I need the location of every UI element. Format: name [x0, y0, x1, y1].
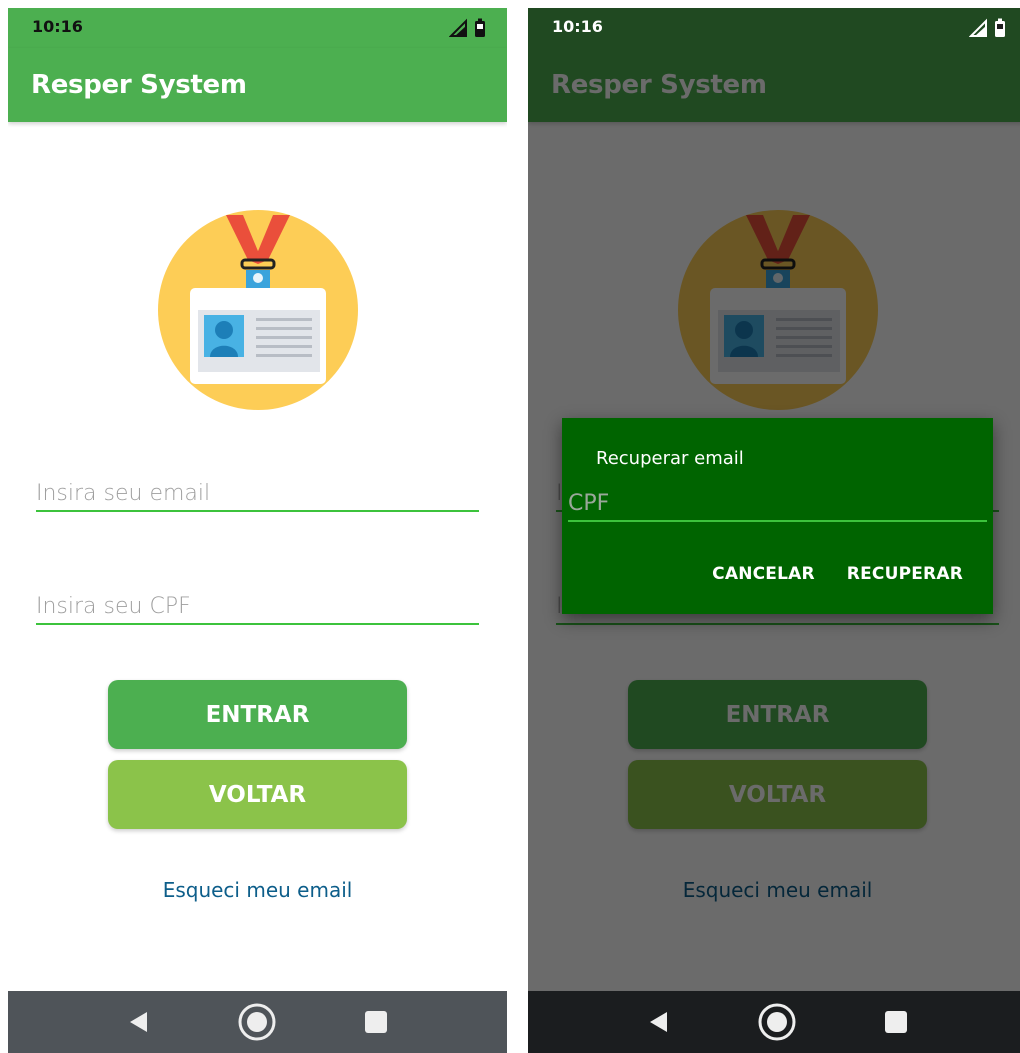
dialog-actions: CANCELAR RECUPERAR	[712, 564, 963, 584]
signal-battery-icon	[969, 18, 1005, 37]
dialog-cpf-field[interactable]	[568, 476, 987, 522]
status-time: 10:16	[552, 17, 603, 36]
back-triangle-icon[interactable]	[128, 1010, 148, 1034]
recents-square-icon[interactable]	[885, 1011, 907, 1033]
app-title: Resper System	[31, 70, 247, 100]
dialog-title: Recuperar email	[596, 448, 744, 469]
status-time: 10:16	[32, 17, 83, 36]
recover-screen: Resper System ENTRAR VOLTAR Esqueci meu …	[528, 8, 1020, 1053]
email-input[interactable]	[36, 481, 479, 506]
home-circle-icon[interactable]	[757, 1002, 797, 1042]
cpf-input[interactable]	[36, 594, 479, 619]
dialog-cpf-input[interactable]	[568, 491, 987, 516]
cancel-button[interactable]: CANCELAR	[712, 564, 815, 584]
recover-email-dialog: Recuperar email CANCELAR RECUPERAR	[562, 418, 993, 614]
id-badge-icon	[158, 210, 358, 410]
status-bar: 10:16	[528, 8, 1020, 48]
login-screen: 10:16 Resper System ENTRAR	[8, 8, 507, 1053]
status-bar: 10:16	[8, 8, 507, 48]
cpf-field[interactable]	[36, 565, 479, 625]
recents-square-icon[interactable]	[365, 1011, 387, 1033]
forgot-email-link[interactable]: Esqueci meu email	[8, 878, 507, 902]
app-bar: Resper System	[8, 48, 507, 122]
voltar-button[interactable]: VOLTAR	[108, 760, 407, 829]
navigation-bar	[528, 991, 1020, 1053]
navigation-bar	[8, 991, 507, 1053]
recover-button[interactable]: RECUPERAR	[847, 564, 963, 584]
entrar-button[interactable]: ENTRAR	[108, 680, 407, 749]
back-triangle-icon[interactable]	[648, 1010, 668, 1034]
email-field[interactable]	[36, 452, 479, 512]
signal-battery-icon	[449, 18, 485, 37]
home-circle-icon[interactable]	[237, 1002, 277, 1042]
